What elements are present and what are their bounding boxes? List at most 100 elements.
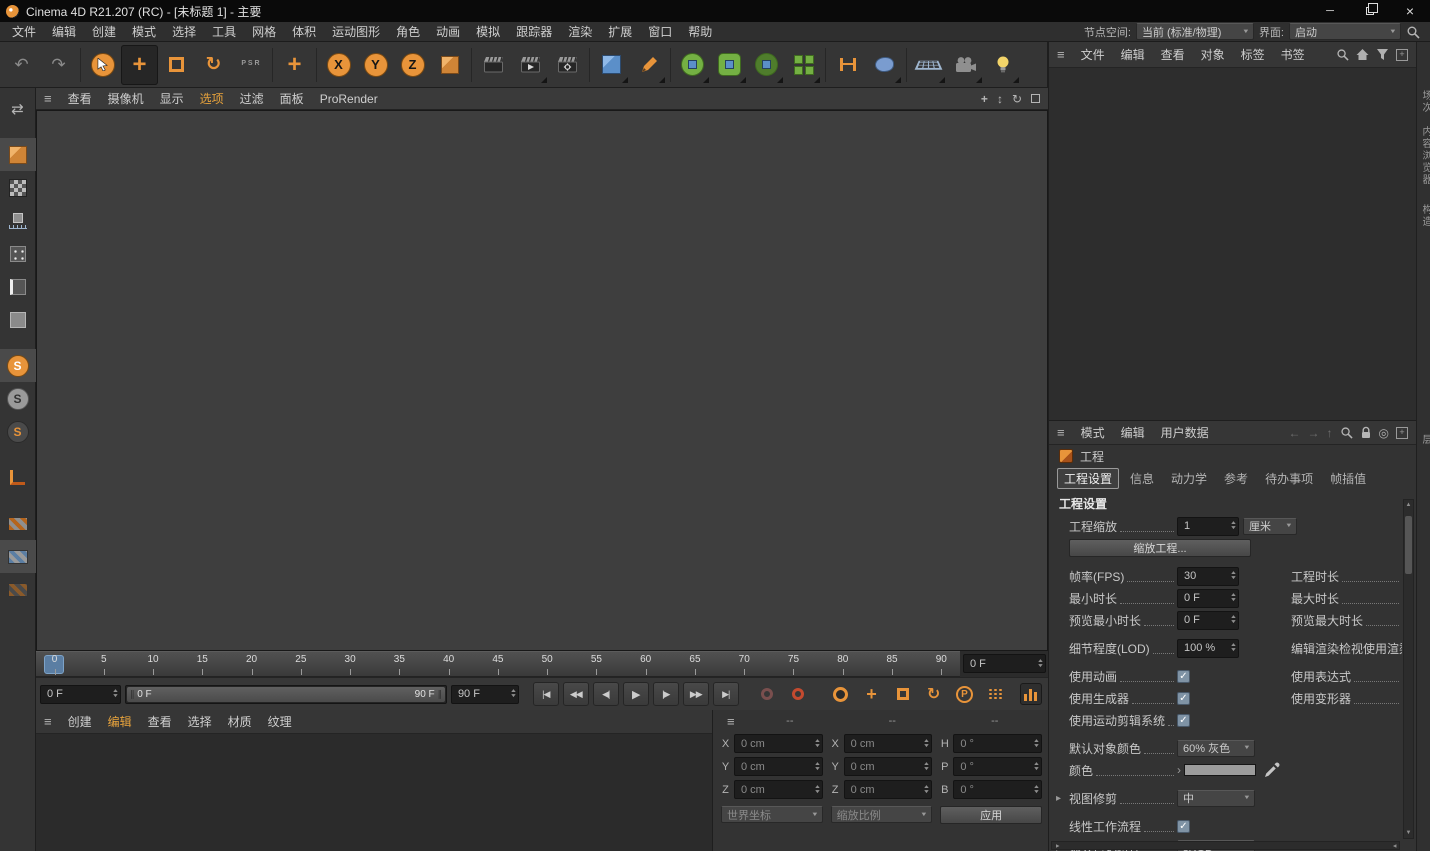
- menu-select[interactable]: 选择: [164, 23, 204, 40]
- menu-create[interactable]: 创建: [84, 23, 124, 40]
- primitive-cube-button[interactable]: [593, 45, 630, 85]
- am-menu-userdata[interactable]: 用户数据: [1153, 424, 1217, 441]
- om-menu-edit[interactable]: 编辑: [1113, 46, 1153, 63]
- scale-project-button[interactable]: 缩放工程...: [1069, 539, 1251, 557]
- range-end-field[interactable]: 90 F ▲▼: [451, 685, 519, 704]
- tab-referencing[interactable]: 参考: [1218, 469, 1254, 488]
- om-filter-icon[interactable]: [1376, 48, 1389, 61]
- z-axis-lock[interactable]: Z: [394, 45, 431, 85]
- pan-view-icon[interactable]: +: [981, 92, 988, 106]
- menu-simulate[interactable]: 模拟: [468, 23, 508, 40]
- scale-mode-dropdown[interactable]: 缩放比例▼: [831, 806, 933, 823]
- preview-range-thumb[interactable]: ∥ 0 F 90 F ∥: [127, 687, 445, 702]
- rot-h-field[interactable]: 0 °▲▼: [953, 734, 1042, 753]
- om-new-window-icon[interactable]: +: [1396, 49, 1408, 61]
- use-animation-checkbox[interactable]: ✓: [1177, 670, 1190, 683]
- timeline-ruler[interactable]: 0 5 10 15 20 25 30 35 40 45 50 55 60 65 …: [36, 651, 960, 677]
- history-back-icon[interactable]: ←: [1289, 426, 1301, 440]
- pos-z-field[interactable]: 0 cm▲▼: [734, 780, 823, 799]
- size-y-field[interactable]: 0 cm▲▼: [844, 757, 933, 776]
- scroll-left-arrow[interactable]: ▲: [1054, 843, 1060, 849]
- size-x-field[interactable]: 0 cm▲▼: [844, 734, 933, 753]
- side-tab-structure[interactable]: 构造: [1418, 204, 1430, 228]
- menu-edit[interactable]: 编辑: [44, 23, 84, 40]
- snap-settings-button[interactable]: S: [0, 415, 36, 448]
- restore-button[interactable]: [1350, 0, 1390, 22]
- scroll-up-arrow[interactable]: ▲: [1404, 500, 1413, 510]
- apply-button[interactable]: 应用: [940, 806, 1042, 824]
- workplane-tile-b-button[interactable]: [0, 540, 36, 573]
- render-picture-viewer-button[interactable]: [512, 45, 549, 85]
- x-axis-lock[interactable]: X: [320, 45, 357, 85]
- next-key-button[interactable]: ▶▶: [683, 682, 709, 706]
- play-button[interactable]: ▶: [623, 682, 649, 706]
- menu-render[interactable]: 渲染: [560, 23, 600, 40]
- make-editable-button[interactable]: ⇄: [0, 92, 36, 125]
- menu-mesh[interactable]: 网格: [244, 23, 284, 40]
- am-new-window-icon[interactable]: +: [1396, 427, 1408, 439]
- y-axis-lock[interactable]: Y: [357, 45, 394, 85]
- recent-tool[interactable]: +: [276, 45, 313, 85]
- minimize-button[interactable]: ─: [1310, 0, 1350, 22]
- am-menu-edit[interactable]: 编辑: [1113, 424, 1153, 441]
- vp-menu-panel[interactable]: 面板: [272, 90, 312, 107]
- record-objects-button[interactable]: [754, 682, 781, 706]
- coordinates-burger-icon[interactable]: ≡: [719, 714, 743, 729]
- am-menu-mode[interactable]: 模式: [1073, 424, 1113, 441]
- workplane-mode-button[interactable]: [0, 204, 36, 237]
- om-menu-objects[interactable]: 对象: [1193, 46, 1233, 63]
- view-clipping-expander-icon[interactable]: ▸: [1056, 793, 1061, 804]
- tab-todo[interactable]: 待办事项: [1259, 469, 1319, 488]
- next-frame-button[interactable]: |▶: [653, 682, 679, 706]
- use-generators-checkbox[interactable]: ✓: [1177, 692, 1190, 705]
- pos-y-field[interactable]: 0 cm▲▼: [734, 757, 823, 776]
- workplane-tile-c-button[interactable]: [0, 573, 36, 606]
- mat-menu-create[interactable]: 创建: [60, 713, 100, 730]
- keyframe-selection-button[interactable]: [827, 682, 854, 706]
- om-menu-view[interactable]: 查看: [1153, 46, 1193, 63]
- side-tab-layers[interactable]: 层: [1418, 434, 1430, 446]
- vp-menu-options[interactable]: 选项: [192, 90, 232, 107]
- simulation-button[interactable]: [866, 45, 903, 85]
- mat-menu-edit[interactable]: 编辑: [100, 713, 140, 730]
- interface-dropdown[interactable]: 启动▼: [1289, 23, 1401, 40]
- viewport-burger-icon[interactable]: ≡: [36, 91, 60, 106]
- range-start-field[interactable]: 0 F ▲▼: [40, 685, 121, 704]
- pos-x-field[interactable]: 0 cm▲▼: [734, 734, 823, 753]
- history-forward-icon[interactable]: →: [1308, 426, 1320, 440]
- redo-button[interactable]: ↷: [40, 45, 77, 85]
- key-scale-toggle[interactable]: [889, 682, 916, 706]
- menu-volume[interactable]: 体积: [284, 23, 324, 40]
- rot-p-field[interactable]: 0 °▲▼: [953, 757, 1042, 776]
- zoom-view-icon[interactable]: ↕: [997, 92, 1003, 106]
- previous-key-button[interactable]: ◀◀: [563, 682, 589, 706]
- tab-keyinterp[interactable]: 帧插值: [1324, 469, 1372, 488]
- symmetry-button[interactable]: [829, 45, 866, 85]
- model-mode-button[interactable]: [0, 138, 36, 171]
- am-search-icon[interactable]: [1340, 426, 1353, 439]
- am-target-icon[interactable]: ◎: [1379, 426, 1389, 440]
- material-burger-icon[interactable]: ≡: [36, 714, 60, 729]
- key-pla-toggle[interactable]: [982, 682, 1009, 706]
- om-search-icon[interactable]: [1336, 48, 1349, 61]
- autokey-button[interactable]: [785, 682, 812, 706]
- project-scale-field[interactable]: 1▲▼: [1177, 517, 1239, 536]
- previous-frame-button[interactable]: ◀|: [593, 682, 619, 706]
- om-menu-file[interactable]: 文件: [1073, 46, 1113, 63]
- size-z-field[interactable]: 0 cm▲▼: [844, 780, 933, 799]
- min-time-field[interactable]: 0 F▲▼: [1177, 589, 1239, 608]
- scroll-down-arrow[interactable]: ▼: [1404, 828, 1413, 838]
- vp-menu-display[interactable]: 显示: [152, 90, 192, 107]
- menu-window[interactable]: 窗口: [640, 23, 680, 40]
- mat-menu-select[interactable]: 选择: [180, 713, 220, 730]
- active-object-row[interactable]: 工程: [1049, 445, 1416, 467]
- key-position-toggle[interactable]: +: [858, 682, 885, 706]
- tab-dynamics[interactable]: 动力学: [1165, 469, 1213, 488]
- mat-menu-view[interactable]: 查看: [140, 713, 180, 730]
- subdivision-surface-button[interactable]: [674, 45, 711, 85]
- default-color-dropdown[interactable]: 60% 灰色▼: [1177, 740, 1255, 757]
- preview-min-field[interactable]: 0 F▲▼: [1177, 611, 1239, 630]
- eyedropper-icon[interactable]: [1264, 762, 1280, 778]
- key-rotation-toggle[interactable]: ↻: [920, 682, 947, 706]
- close-button[interactable]: ×: [1390, 0, 1430, 22]
